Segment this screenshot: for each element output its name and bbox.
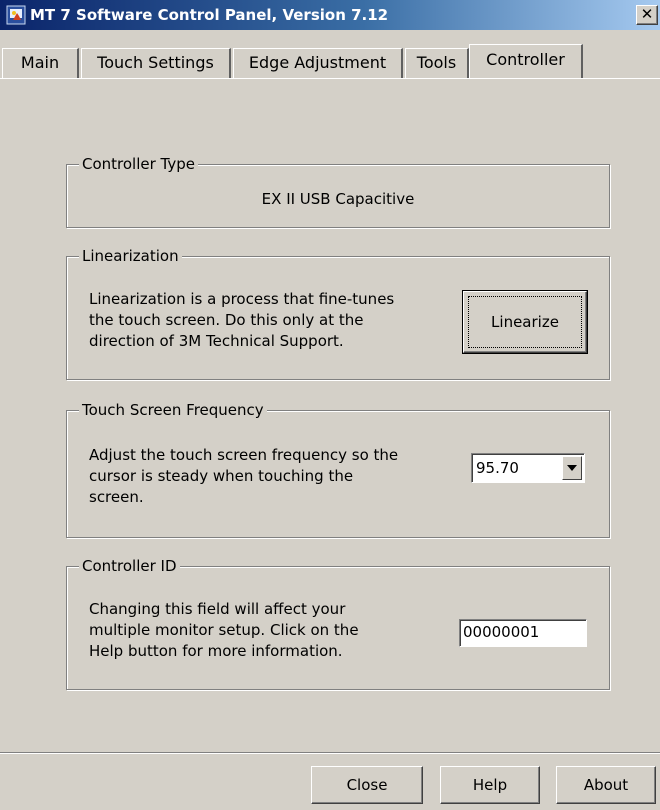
footer-divider-highlight — [0, 753, 660, 754]
tab-main[interactable]: Main — [2, 48, 79, 78]
controller-type-group: Controller Type EX II USB Capacitive — [66, 154, 610, 228]
linearization-legend: Linearization — [79, 246, 182, 266]
about-button-label: About — [583, 776, 629, 794]
linearization-group: Linearization Linearization is a process… — [66, 246, 610, 380]
tab-label: Main — [20, 53, 60, 72]
controller-id-group: Controller ID Changing this field will a… — [66, 556, 610, 690]
about-button[interactable]: About — [556, 766, 656, 804]
tab-label: Tools — [416, 53, 457, 72]
controller-id-field[interactable]: 00000001 — [459, 619, 587, 647]
control-panel-window: MT 7 Software Control Panel, Version 7.1… — [0, 0, 660, 810]
frequency-group: Touch Screen Frequency Adjust the touch … — [66, 400, 610, 538]
linearize-button[interactable]: Linearize — [462, 290, 588, 354]
controller-id-description: Changing this field will affect your mul… — [89, 599, 359, 662]
description-line: multiple monitor setup. Click on the — [89, 621, 359, 639]
tab-strip: Main Touch Settings Edge Adjustment Tool… — [0, 44, 660, 78]
description-line: Help button for more information. — [89, 642, 343, 660]
tab-tools[interactable]: Tools — [405, 48, 469, 78]
controller-type-value: EX II USB Capacitive — [261, 190, 415, 208]
close-window-button[interactable]: ✕ — [636, 5, 658, 25]
frequency-legend: Touch Screen Frequency — [79, 400, 267, 420]
controller-type-legend: Controller Type — [79, 154, 199, 174]
tab-label: Edge Adjustment — [248, 53, 387, 72]
frequency-description: Adjust the touch screen frequency so the… — [89, 445, 398, 508]
tab-label: Touch Settings — [97, 53, 214, 72]
help-button-label: Help — [472, 776, 508, 794]
description-line: screen. — [89, 488, 144, 506]
description-line: Adjust the touch screen frequency so the — [89, 446, 399, 464]
close-button[interactable]: Close — [311, 766, 423, 804]
controller-id-legend: Controller ID — [79, 556, 180, 576]
tab-touch-settings[interactable]: Touch Settings — [81, 48, 231, 78]
tab-label: Controller — [486, 50, 565, 69]
tab-edge-adjustment[interactable]: Edge Adjustment — [233, 48, 403, 78]
chevron-down-icon[interactable] — [562, 456, 582, 480]
linearization-description: Linearization is a process that fine-tun… — [89, 289, 394, 352]
app-icon — [6, 5, 26, 25]
tab-panel-top-edge — [0, 78, 660, 79]
close-button-label: Close — [346, 776, 388, 794]
focus-rectangle — [468, 296, 582, 348]
description-line: the touch screen. Do this only at the — [89, 311, 364, 329]
description-line: Changing this field will affect your — [89, 600, 346, 618]
description-line: direction of 3M Technical Support. — [89, 332, 344, 350]
window-title: MT 7 Software Control Panel, Version 7.1… — [30, 6, 389, 24]
title-bar[interactable]: MT 7 Software Control Panel, Version 7.1… — [0, 0, 660, 30]
description-line: cursor is steady when touching the — [89, 467, 354, 485]
description-line: Linearization is a process that fine-tun… — [89, 290, 395, 308]
close-icon: ✕ — [640, 5, 654, 23]
help-button[interactable]: Help — [440, 766, 540, 804]
frequency-selected-value: 95.70 — [476, 459, 519, 477]
frequency-select[interactable]: 95.70 — [471, 453, 585, 483]
tab-controller[interactable]: Controller — [469, 44, 583, 78]
